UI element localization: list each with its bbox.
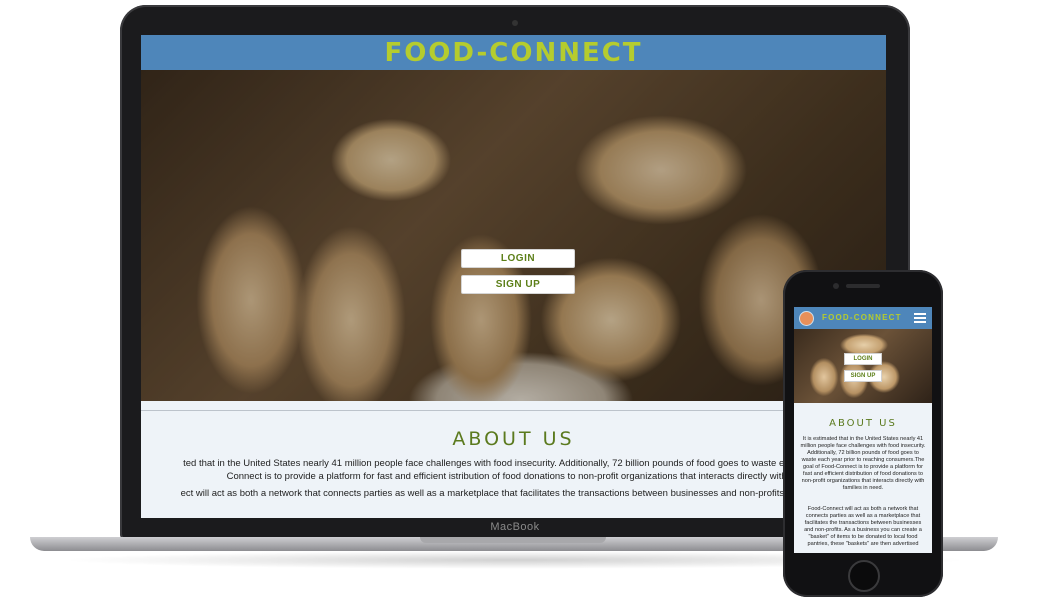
hero-bread-image: LOGIN SIGN UP	[141, 70, 886, 401]
about-text-line: ect will act as both a network that conn…	[180, 488, 856, 499]
logo-badge-icon	[799, 311, 814, 326]
hero-overlay	[141, 70, 886, 401]
site-header: FOOD-CONNECT	[141, 35, 886, 70]
mobile-about-paragraph: It is estimated that in the United State…	[800, 436, 926, 491]
about-section: ABOUT US ted that in the United States n…	[141, 401, 886, 518]
laptop-screen: FOOD-CONNECT LOGIN SIGN UP ABOUT US ted …	[141, 35, 886, 518]
home-button-icon[interactable]	[848, 560, 880, 592]
phone-screen: FOOD-CONNECT LOGIN SIGN UP ABOUT US It i…	[794, 307, 932, 553]
site-logo[interactable]: FOOD-CONNECT	[384, 38, 642, 68]
phone-camera	[833, 283, 839, 289]
hamburger-menu-icon[interactable]	[914, 313, 926, 323]
laptop-notch	[420, 537, 606, 543]
phone-speaker	[846, 284, 880, 288]
signup-button[interactable]: SIGN UP	[461, 275, 575, 294]
section-divider	[141, 410, 886, 411]
mobile-hero-image: LOGIN SIGN UP	[794, 329, 932, 403]
about-text-line: Connect is to provide a platform for fas…	[226, 471, 810, 482]
laptop-brand-label: MacBook	[490, 521, 540, 533]
mobile-about-paragraph: Food-Connect will act as both a network …	[804, 506, 922, 547]
mobile-about-title: ABOUT US	[829, 418, 897, 429]
mobile-signup-button[interactable]: SIGN UP	[844, 370, 882, 382]
laptop-camera	[512, 20, 518, 26]
about-title: ABOUT US	[452, 428, 575, 450]
mobile-login-button[interactable]: LOGIN	[844, 353, 882, 365]
login-button[interactable]: LOGIN	[461, 249, 575, 268]
about-text-line: ted that in the United States nearly 41 …	[183, 458, 853, 469]
mobile-site-logo[interactable]: FOOD-CONNECT	[822, 313, 902, 322]
mobile-header: FOOD-CONNECT	[794, 307, 932, 329]
